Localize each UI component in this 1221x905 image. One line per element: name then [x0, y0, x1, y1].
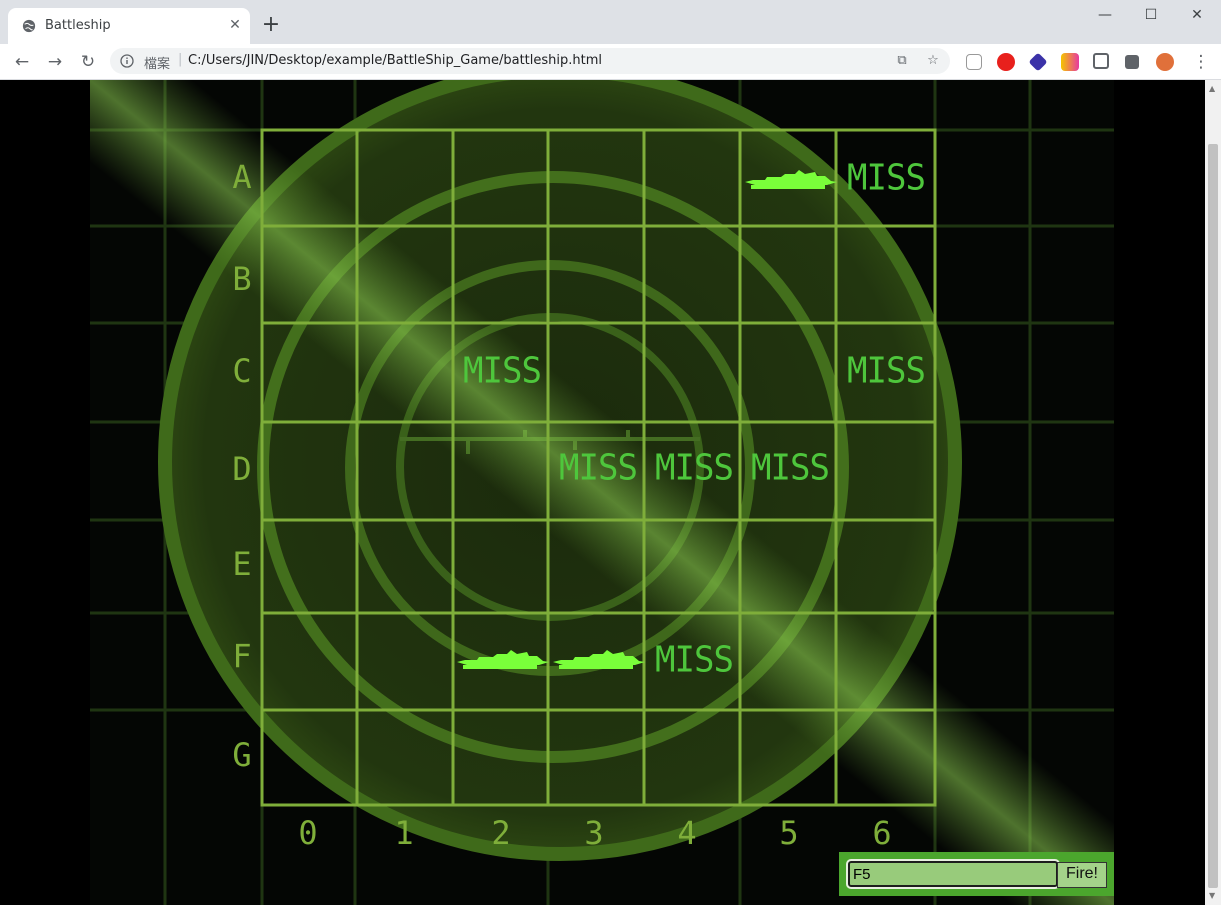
miss-marker-a6: MISS: [847, 157, 926, 199]
ship-hit-a5: [745, 170, 837, 189]
col-label-6: 6: [872, 814, 892, 852]
info-icon[interactable]: [120, 54, 134, 68]
col-label-0: 0: [298, 814, 318, 852]
row-label-f: F: [232, 637, 252, 675]
tab-strip: Battleship ✕ + — ☐ ✕: [0, 0, 1221, 44]
page-content: A B C D E F G 0 1 2 3 4 5 6 MISS MISS MI…: [0, 80, 1205, 905]
close-window-icon[interactable]: ✕: [1174, 0, 1220, 30]
miss-marker-d3: MISS: [559, 447, 638, 489]
scroll-up-arrow-icon[interactable]: ▲: [1209, 84, 1215, 93]
browser-tab[interactable]: Battleship ✕: [8, 8, 250, 44]
diamond-extension-icon[interactable]: [1028, 52, 1048, 72]
url-scheme-label: 檔案: [144, 57, 171, 72]
scrollbar-thumb[interactable]: [1208, 144, 1218, 888]
miss-marker-d5: MISS: [751, 447, 830, 489]
vertical-scrollbar[interactable]: ▲ ▼: [1205, 80, 1221, 905]
browser-toolbar: ← → ↻ 檔案 | C:/Users/JIN/Desktop/example/…: [0, 44, 1221, 80]
guess-input[interactable]: [846, 859, 1060, 889]
url-separator: |: [178, 52, 183, 67]
forward-icon[interactable]: →: [42, 49, 68, 75]
tab-title: Battleship: [45, 18, 111, 33]
col-label-4: 4: [677, 814, 697, 852]
fire-button[interactable]: Fire!: [1057, 862, 1107, 888]
close-tab-icon[interactable]: ✕: [226, 16, 244, 34]
extensions-puzzle-icon[interactable]: [1125, 55, 1139, 69]
row-label-b: B: [232, 260, 252, 298]
row-label-a: A: [232, 158, 252, 196]
menu-kebab-icon[interactable]: ⋮: [1188, 49, 1214, 75]
maximize-icon[interactable]: ☐: [1128, 0, 1174, 30]
new-tab-icon[interactable]: +: [258, 13, 284, 39]
bookmark-star-icon[interactable]: ☆: [925, 53, 941, 69]
ship-hit-f3: [553, 650, 645, 669]
row-label-d: D: [232, 450, 252, 488]
ship-hit-f2: [457, 650, 549, 669]
row-label-c: C: [232, 352, 252, 390]
miss-marker-f4: MISS: [655, 639, 734, 681]
globe-icon: [22, 19, 36, 33]
miss-marker-d4: MISS: [655, 447, 734, 489]
scroll-down-arrow-icon[interactable]: ▼: [1209, 891, 1215, 900]
pocket-icon[interactable]: [1093, 53, 1109, 69]
col-label-3: 3: [584, 814, 604, 852]
miss-marker-c2: MISS: [463, 350, 542, 392]
col-label-2: 2: [491, 814, 511, 852]
opera-extension-icon[interactable]: [997, 53, 1015, 71]
cast-icon[interactable]: [966, 54, 982, 70]
profile-avatar[interactable]: [1156, 53, 1174, 71]
miss-marker-c6: MISS: [847, 350, 926, 392]
url-text[interactable]: C:/Users/JIN/Desktop/example/BattleShip_…: [188, 53, 602, 68]
back-icon[interactable]: ←: [9, 49, 35, 75]
reload-icon[interactable]: ↻: [75, 49, 101, 75]
row-label-g: G: [232, 736, 252, 774]
guess-form: Fire!: [839, 852, 1114, 896]
translate-icon[interactable]: ⧉: [894, 53, 910, 69]
col-label-5: 5: [779, 814, 799, 852]
row-label-e: E: [232, 545, 252, 583]
w-extension-icon[interactable]: [1061, 53, 1079, 71]
col-label-1: 1: [394, 814, 414, 852]
minimize-icon[interactable]: —: [1082, 0, 1128, 30]
address-bar[interactable]: 檔案 | C:/Users/JIN/Desktop/example/Battle…: [110, 48, 950, 74]
